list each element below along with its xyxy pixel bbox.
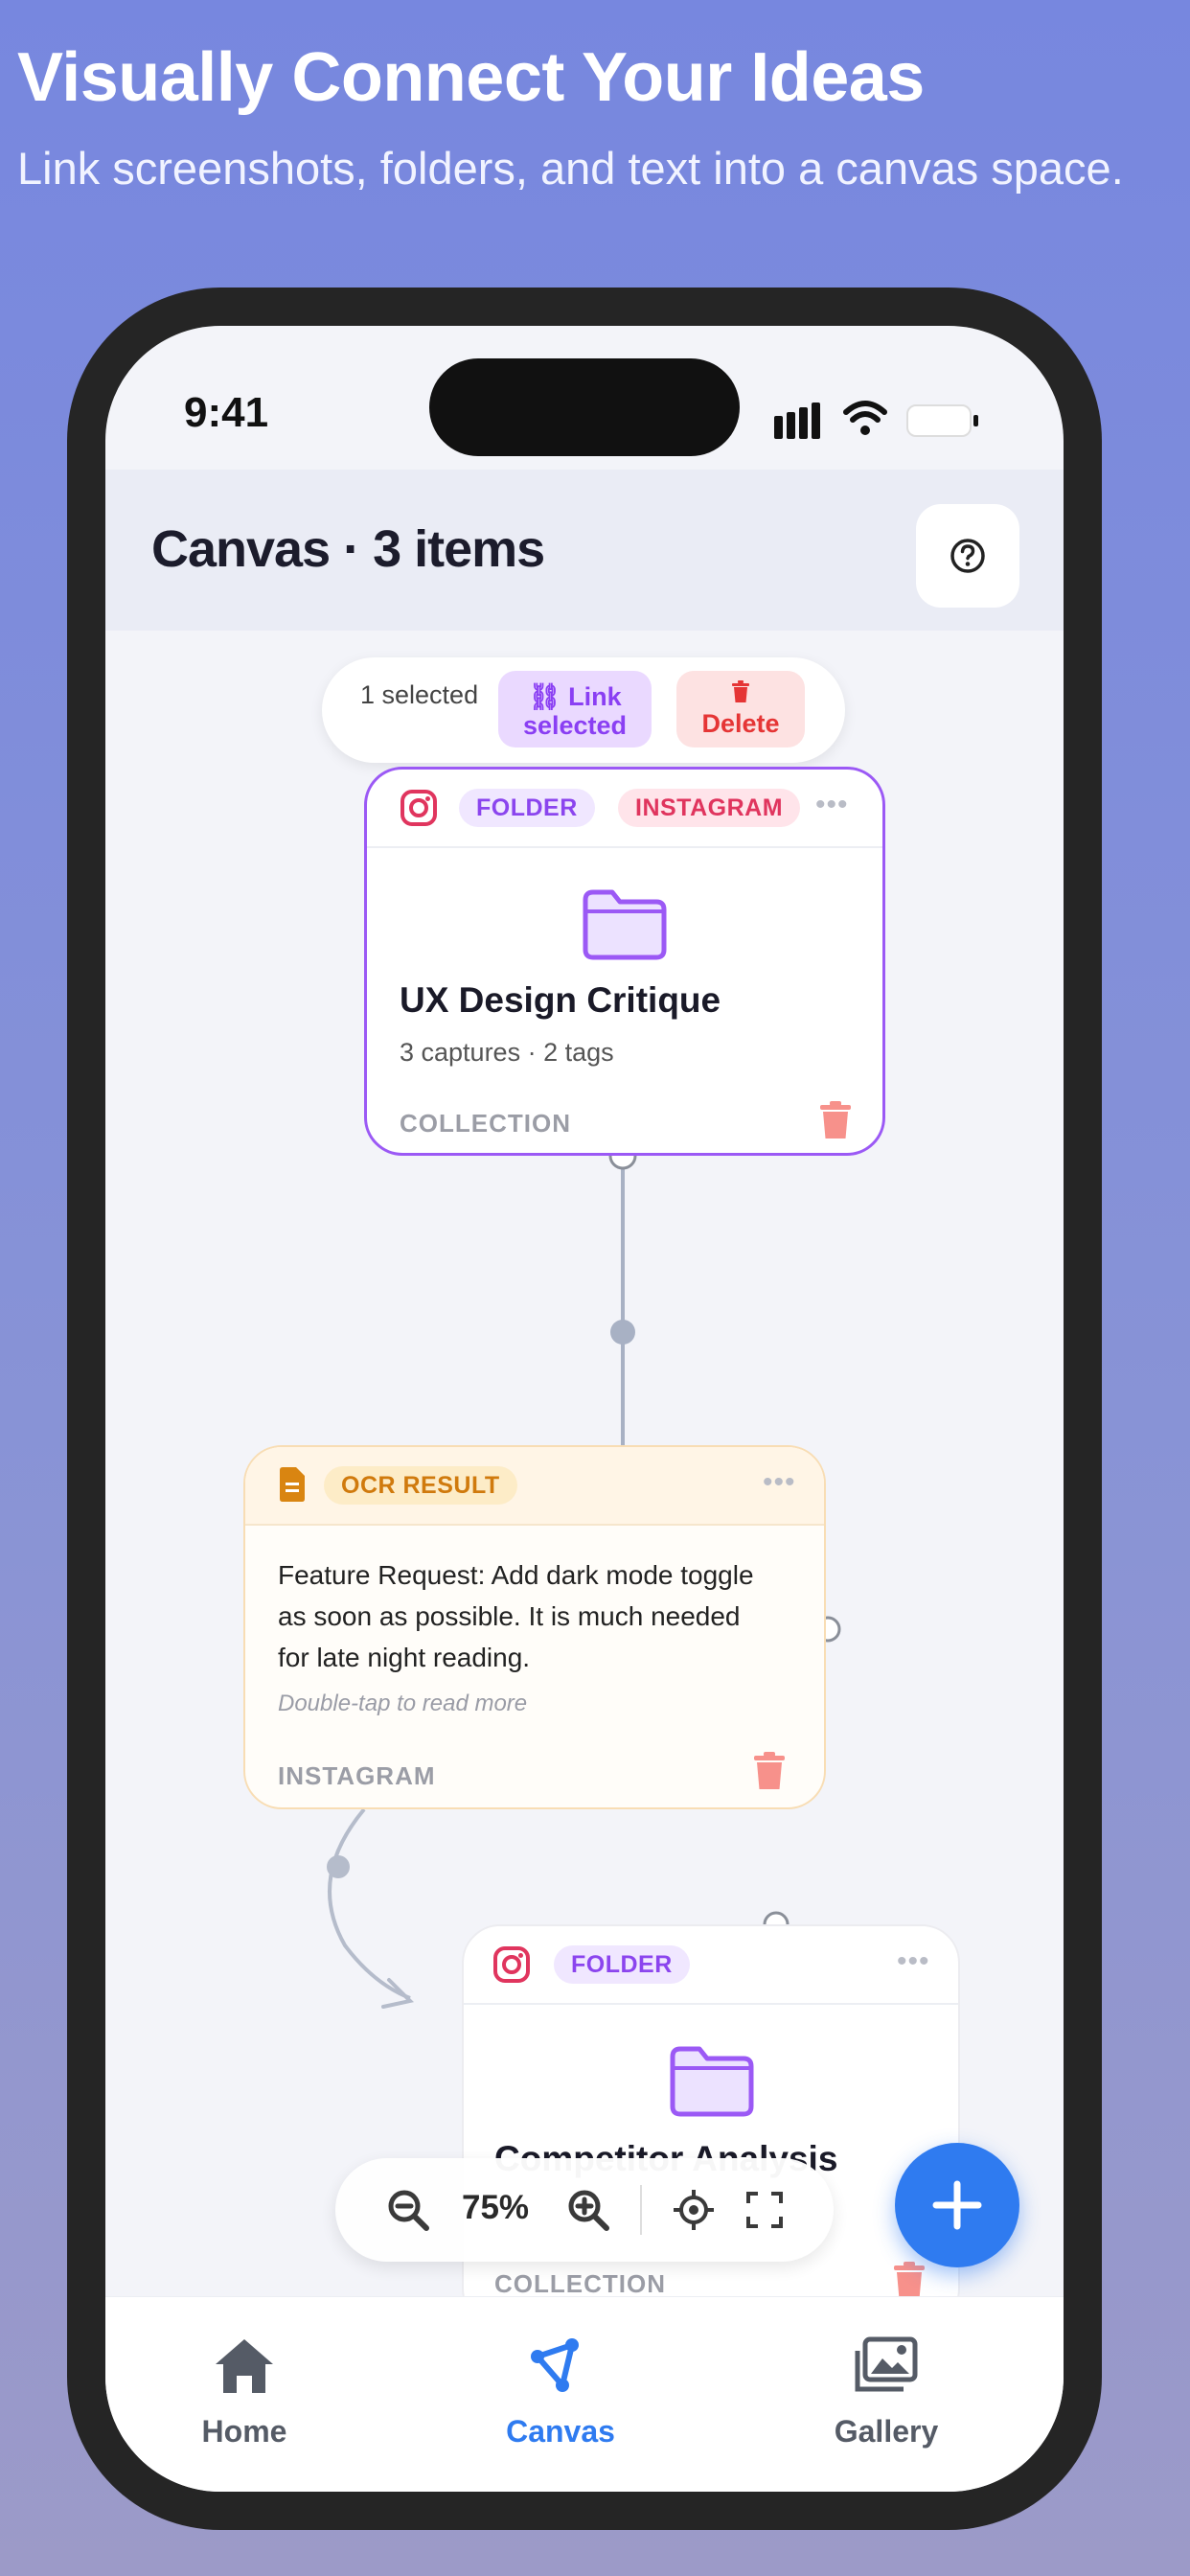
fullscreen-icon[interactable] bbox=[745, 2191, 784, 2229]
trash-icon[interactable] bbox=[893, 2262, 926, 2300]
folder-icon bbox=[583, 889, 667, 960]
folder-badge: FOLDER bbox=[459, 789, 595, 827]
folder-icon bbox=[670, 2046, 754, 2117]
plus-icon bbox=[932, 2180, 982, 2230]
card-footer: COLLECTION bbox=[494, 2269, 666, 2298]
promo-headline: Visually Connect Your Ideas bbox=[17, 39, 925, 116]
instagram-icon bbox=[493, 1946, 530, 1983]
card-subtitle: 3 captures · 2 tags bbox=[400, 1038, 614, 1067]
card-title: UX Design Critique bbox=[400, 980, 721, 1020]
ocr-text: Feature Request: Add dark mode toggle as… bbox=[278, 1560, 754, 1672]
divider bbox=[640, 2185, 642, 2235]
read-more-hint: Double-tap to read more bbox=[278, 1690, 528, 1716]
delete-button[interactable]: Delete bbox=[676, 671, 805, 748]
add-item-button[interactable] bbox=[895, 2143, 1019, 2267]
home-icon bbox=[216, 2339, 273, 2393]
trash-icon bbox=[732, 680, 749, 702]
phone-screen: 9:41 Canvas · 3 items 1 selected ⛓ Link … bbox=[105, 326, 1064, 2492]
tab-home[interactable]: Home bbox=[125, 2297, 364, 2492]
more-options-button[interactable]: ••• bbox=[815, 789, 849, 821]
card-header: OCR RESULT ••• bbox=[245, 1447, 824, 1526]
trash-icon[interactable] bbox=[753, 1752, 786, 1790]
tab-label: Canvas bbox=[506, 2414, 615, 2449]
canvas-card-folder-competitor[interactable]: FOLDER ••• Competitor Analysis COLLECTIO… bbox=[462, 1924, 960, 2327]
tab-canvas[interactable]: Canvas bbox=[441, 2297, 680, 2492]
zoom-out-icon[interactable] bbox=[385, 2187, 431, 2233]
source-badge: INSTAGRAM bbox=[618, 789, 801, 827]
card-header: FOLDER ••• bbox=[464, 1926, 958, 2005]
card-header: FOLDER INSTAGRAM ••• bbox=[367, 770, 882, 848]
selection-count: 1 selected bbox=[360, 680, 479, 709]
selection-toolbar: 1 selected ⛓ Link selected Delete bbox=[322, 657, 845, 763]
more-options-button[interactable]: ••• bbox=[763, 1466, 796, 1499]
promo-subheadline: Link screenshots, folders, and text into… bbox=[17, 143, 1124, 194]
zoom-level: 75% bbox=[462, 2189, 530, 2226]
card-footer: INSTAGRAM bbox=[278, 1761, 436, 1790]
canvas-card-folder-ux[interactable]: FOLDER INSTAGRAM ••• UX Design Critique … bbox=[364, 767, 885, 1156]
folder-badge: FOLDER bbox=[554, 1945, 690, 1984]
tab-label: Home bbox=[201, 2414, 287, 2449]
zoom-in-icon[interactable] bbox=[565, 2187, 611, 2233]
card-footer: COLLECTION bbox=[400, 1109, 571, 1138]
connector-midpoint[interactable] bbox=[610, 1320, 635, 1345]
gallery-icon bbox=[855, 2336, 918, 2392]
ocr-badge: OCR RESULT bbox=[324, 1466, 517, 1505]
zoom-controls: 75% bbox=[335, 2158, 834, 2262]
connector-midpoint[interactable] bbox=[327, 1855, 350, 1878]
more-options-button[interactable]: ••• bbox=[897, 1945, 930, 1978]
document-icon bbox=[280, 1467, 305, 1502]
link-icon: ⛓ bbox=[528, 682, 561, 711]
trash-icon[interactable] bbox=[819, 1101, 852, 1139]
delete-label: Delete bbox=[701, 709, 780, 738]
tab-gallery[interactable]: Gallery bbox=[767, 2297, 1006, 2492]
tab-bar: Home Canvas Gallery bbox=[105, 2296, 1064, 2492]
tab-label: Gallery bbox=[834, 2414, 939, 2449]
canvas-icon bbox=[531, 2338, 579, 2392]
canvas-card-ocr[interactable]: OCR RESULT ••• Feature Request: Add dark… bbox=[243, 1445, 826, 1809]
phone-frame: 9:41 Canvas · 3 items 1 selected ⛓ Link … bbox=[67, 288, 1102, 2530]
recenter-icon[interactable] bbox=[673, 2189, 715, 2231]
link-selected-button[interactable]: ⛓ Link selected bbox=[498, 671, 652, 748]
instagram-icon bbox=[400, 790, 437, 826]
